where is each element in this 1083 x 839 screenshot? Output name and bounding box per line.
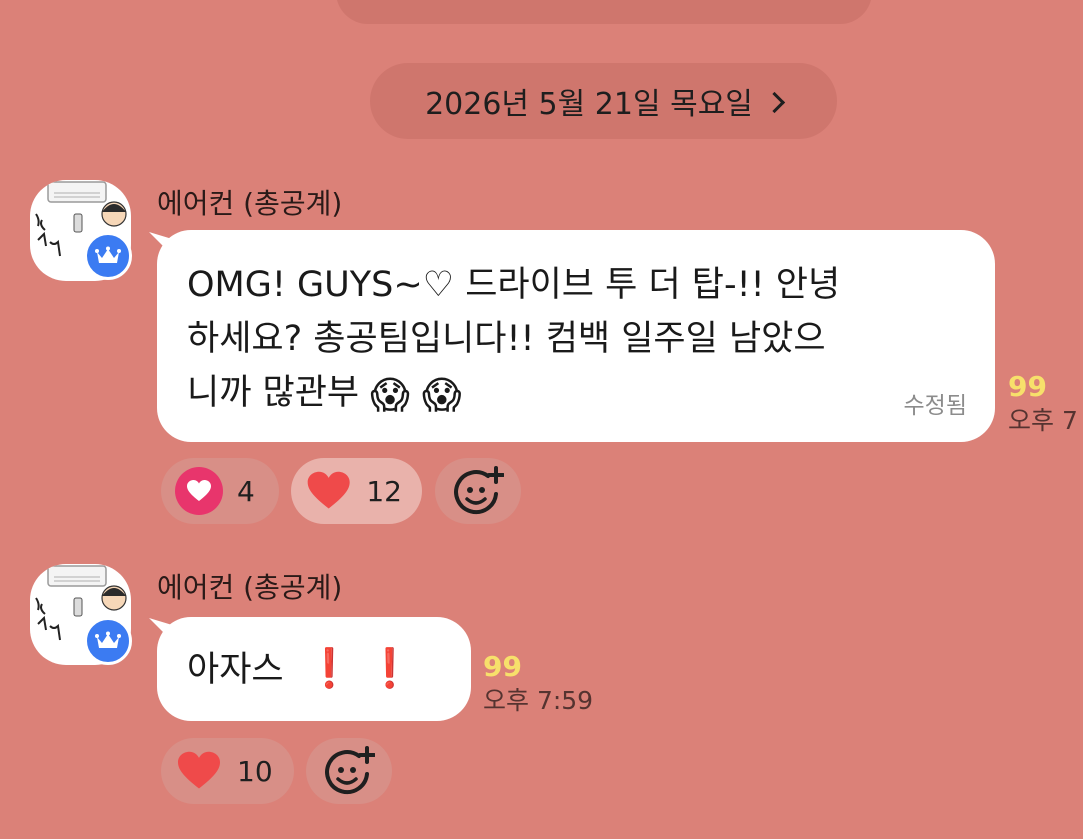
exclamation-emoji: ❗ ❗	[305, 646, 414, 690]
date-divider-label: 2026년 5월 21일 목요일	[425, 87, 753, 122]
chevron-right-icon	[763, 91, 786, 113]
message-time: 오후 7	[1008, 406, 1078, 435]
message-bubble[interactable]: 아자스 ❗ ❗	[157, 617, 471, 721]
crown-badge	[84, 617, 132, 665]
heart-icon	[178, 751, 220, 789]
message-meta: 99 오후 7	[1008, 370, 1078, 438]
add-reaction-icon	[325, 746, 375, 795]
crown-icon	[95, 246, 121, 263]
add-reaction-button[interactable]	[435, 458, 521, 524]
reaction-heart[interactable]: 10	[161, 738, 294, 804]
unread-count: 99	[1008, 370, 1047, 403]
message-line: 아자스	[187, 650, 284, 690]
message-text: 아자스 ❗ ❗	[187, 641, 441, 697]
reaction-count: 12	[366, 474, 402, 508]
reaction-count: 10	[237, 754, 273, 788]
heart-icon	[307, 471, 350, 509]
previous-system-pill	[336, 0, 872, 24]
reaction-count: 4	[237, 474, 255, 508]
unread-count: 99	[483, 650, 522, 683]
scream-emoji: 😱 😱	[370, 373, 462, 417]
reaction-heart-circle[interactable]: 4	[161, 458, 279, 524]
crown-icon	[95, 631, 121, 648]
message-text: OMG! GUYS~♡ 드라이브 투 더 탑-!! 안녕 하세요? 총공팀입니다…	[187, 258, 965, 422]
add-reaction-button[interactable]	[306, 738, 392, 804]
message-time: 오후 7:59	[483, 686, 594, 715]
message-line: 하세요? 총공팀입니다!! 컴백 일주일 남았으	[187, 319, 826, 359]
message-meta: 99 오후 7:59	[483, 650, 593, 718]
date-divider-button[interactable]: 2026년 5월 21일 목요일	[370, 63, 837, 139]
message-line: OMG! GUYS~♡ 드라이브 투 더 탑-!! 안녕	[187, 265, 841, 305]
sender-name: 에어컨 (총공계)	[157, 571, 343, 604]
crown-badge	[84, 232, 132, 280]
reaction-heart[interactable]: 12	[291, 458, 422, 524]
heart-circle-icon	[175, 467, 223, 515]
message-bubble[interactable]: OMG! GUYS~♡ 드라이브 투 더 탑-!! 안녕 하세요? 총공팀입니다…	[157, 230, 995, 442]
message-line: 니까 많관부	[187, 373, 360, 413]
sender-name: 에어컨 (총공계)	[157, 187, 343, 220]
edited-label: 수정됨	[903, 393, 967, 419]
add-reaction-icon	[454, 466, 504, 515]
